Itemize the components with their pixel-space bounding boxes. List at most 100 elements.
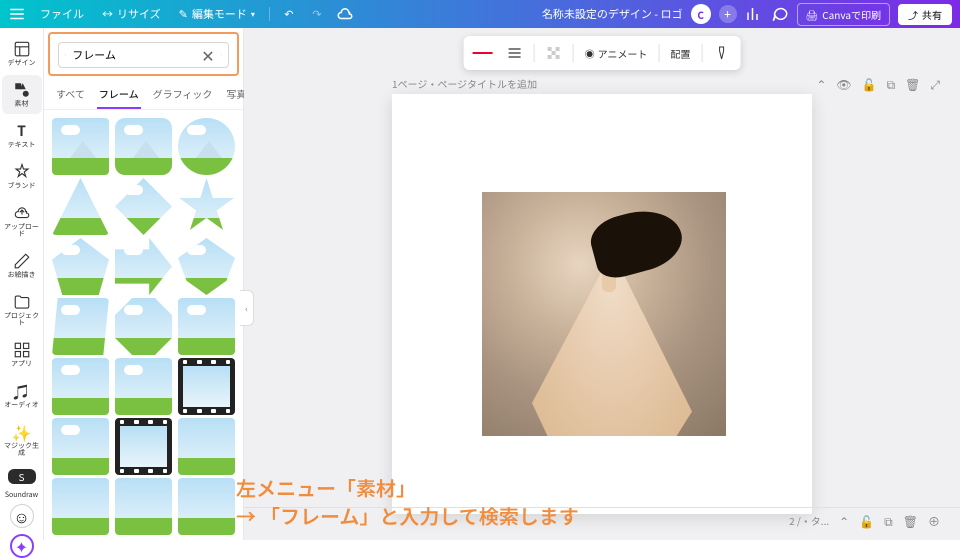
page-visibility-icon[interactable]: 👁 — [836, 76, 851, 93]
upload-icon — [13, 204, 31, 222]
frame-film-v[interactable] — [178, 358, 235, 415]
frame-rounded[interactable] — [115, 118, 172, 175]
filter-icon[interactable] — [221, 48, 222, 62]
analytics-icon[interactable] — [745, 5, 763, 23]
bottom-duplicate-icon[interactable]: ⧉ — [884, 513, 893, 530]
rail-elements[interactable]: 素材 — [2, 75, 42, 114]
bottom-delete-icon[interactable]: 🗑 — [903, 513, 918, 530]
rail-magic[interactable]: ✨マジック生成 — [2, 417, 42, 463]
frame-square[interactable] — [52, 118, 109, 175]
design-page[interactable] — [392, 94, 812, 514]
frame-triangle[interactable] — [52, 178, 109, 235]
undo-icon[interactable]: ↶ — [280, 5, 298, 23]
rail-sparkle[interactable]: ✦ — [10, 534, 34, 558]
rail-apps[interactable]: アプリ — [2, 335, 42, 374]
clear-icon[interactable]: ✕ — [201, 48, 214, 62]
rail-upload[interactable]: アップロード — [2, 198, 42, 244]
page-lock-icon[interactable]: 🔓 — [862, 76, 877, 93]
page-header[interactable]: 1ページ・ページタイトルを追加 — [392, 76, 537, 91]
bottom-add-icon[interactable]: ⊕ — [928, 513, 940, 530]
bottom-lock-icon[interactable]: 🔓 — [859, 513, 874, 530]
wand-icon: ✨ — [13, 423, 31, 441]
frame-film-h[interactable] — [115, 418, 172, 475]
page-delete-icon[interactable]: 🗑 — [905, 76, 920, 93]
add-member-button[interactable]: + — [719, 5, 737, 23]
placed-image[interactable] — [482, 192, 726, 436]
border-weight-button[interactable] — [500, 40, 530, 66]
topbar: ファイル ↔リサイズ ✎編集モード▾ ↶ ↷ 名称未設定のデザイン - ロゴ C… — [0, 0, 960, 28]
music-icon: ♫ — [13, 382, 31, 400]
rail-audio[interactable]: ♫オーディオ — [2, 376, 42, 415]
shapes-icon — [13, 81, 31, 99]
bottom-up-icon[interactable]: ⌃ — [839, 513, 849, 530]
template-icon — [13, 40, 31, 58]
frame-extra2[interactable] — [115, 478, 172, 535]
edit-mode-menu[interactable]: ✎編集モード▾ — [175, 3, 259, 25]
frame-torn2[interactable] — [115, 358, 172, 415]
search-box[interactable]: ✕ — [58, 42, 229, 68]
search-input[interactable] — [72, 47, 195, 63]
canvas-area: ◉アニメート 配置 1ページ・ページタイトルを追加 ⌃ 👁 🔓 ⧉ 🗑 ⤢ 2 … — [244, 28, 960, 540]
color-none-button[interactable] — [468, 40, 498, 66]
rail-text[interactable]: Tテキスト — [2, 116, 42, 155]
brand-icon — [13, 163, 31, 181]
arrow-icon: → — [236, 501, 256, 530]
rail-soundraw[interactable]: S — [8, 469, 36, 484]
tab-frame[interactable]: フレーム — [97, 80, 141, 109]
text-icon: T — [13, 122, 31, 140]
tutorial-annotation: 左メニュー「素材」 →「フレーム」と入力して検索します — [236, 474, 579, 530]
no-color-icon — [475, 45, 491, 61]
avatar[interactable]: C — [691, 4, 711, 24]
frame-diamond[interactable] — [115, 178, 172, 235]
left-rail: デザイン 素材 Tテキスト ブランド アップロード お絵描き プロジェクト アプ… — [0, 28, 44, 540]
apps-icon — [13, 341, 31, 359]
frame-blob[interactable] — [115, 298, 172, 355]
page-duplicate-icon[interactable]: ⧉ — [887, 76, 896, 93]
print-button[interactable]: 🖨Canvaで印刷 — [797, 3, 890, 26]
hamburger-icon[interactable] — [8, 5, 26, 23]
divider — [269, 7, 270, 21]
comment-icon[interactable] — [771, 5, 789, 23]
rail-brand[interactable]: ブランド — [2, 157, 42, 196]
category-tabs: すべて フレーム グラフィック 写真 動画 › — [44, 80, 243, 110]
frame-arrow[interactable] — [115, 238, 172, 295]
frame-cloud[interactable] — [178, 298, 235, 355]
file-menu[interactable]: ファイル — [36, 3, 88, 25]
cloud-sync-icon[interactable] — [336, 5, 354, 23]
tabs-scroll-right-icon[interactable]: › — [238, 86, 241, 101]
page-expand-icon[interactable]: ⤢ — [930, 76, 940, 93]
pencil-icon — [13, 252, 31, 270]
share-button[interactable]: ⤴共有 — [898, 4, 952, 25]
resize-menu[interactable]: ↔リサイズ — [98, 3, 165, 25]
transparency-button[interactable] — [539, 40, 569, 66]
soundraw-label: Soundraw — [5, 490, 38, 500]
rail-projects[interactable]: プロジェクト — [2, 287, 42, 333]
frame-star[interactable] — [178, 178, 235, 235]
search-highlight: ✕ — [48, 32, 239, 76]
photo-content — [572, 212, 642, 412]
frame-extra1[interactable] — [52, 478, 109, 535]
folder-icon — [13, 293, 31, 311]
frame-circle[interactable] — [178, 118, 235, 175]
frame-window[interactable] — [178, 418, 235, 475]
bottom-label[interactable]: 2 /・タ... — [789, 513, 829, 530]
position-button[interactable]: 配置 — [663, 41, 697, 66]
document-title[interactable]: 名称未設定のデザイン - ロゴ — [542, 6, 683, 22]
frame-square2[interactable] — [52, 418, 109, 475]
tab-graphic[interactable]: グラフィック — [151, 80, 215, 109]
rail-help[interactable]: ☺ — [10, 504, 34, 528]
redo-icon[interactable]: ↷ — [308, 5, 326, 23]
bottom-page-actions: 2 /・タ... ⌃ 🔓 ⧉ 🗑 ⊕ — [789, 513, 940, 530]
frame-pentagon[interactable] — [52, 238, 109, 295]
rail-design[interactable]: デザイン — [2, 34, 42, 73]
frame-parallelogram[interactable] — [52, 298, 109, 355]
frame-extra3[interactable] — [178, 478, 235, 535]
frame-torn[interactable] — [52, 358, 109, 415]
animate-button[interactable]: ◉アニメート — [578, 41, 655, 66]
page-up-icon[interactable]: ⌃ — [816, 76, 826, 93]
rail-draw[interactable]: お絵描き — [2, 246, 42, 285]
frame-pin[interactable] — [178, 238, 235, 295]
format-painter-button[interactable] — [706, 40, 736, 66]
panel-collapse-button[interactable]: ‹ — [240, 290, 254, 326]
tab-all[interactable]: すべて — [54, 80, 87, 109]
